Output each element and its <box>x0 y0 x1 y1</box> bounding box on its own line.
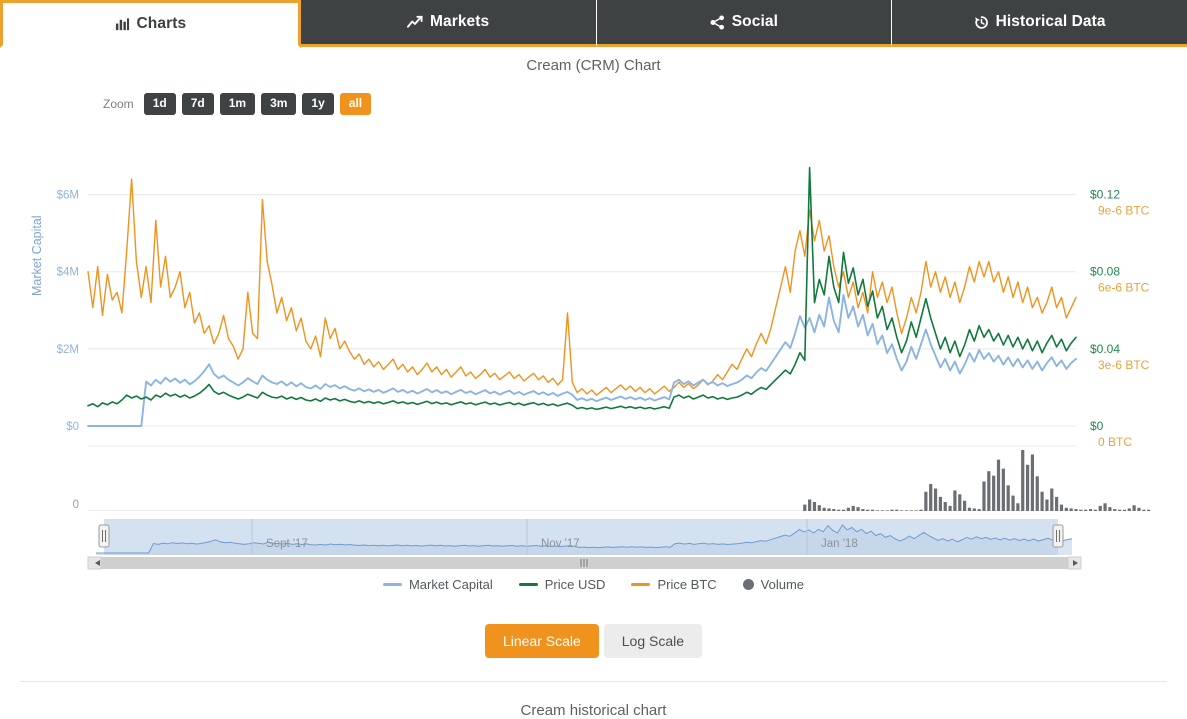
zoom-button-1y[interactable]: 1y <box>302 93 334 116</box>
svg-text:$0.12: $0.12 <box>1090 188 1120 202</box>
legend-item-price-usd[interactable]: Price USD <box>518 577 606 593</box>
zoom-button-1d[interactable]: 1d <box>143 93 176 116</box>
tab-social[interactable]: Social <box>596 0 893 47</box>
svg-text:Sept '17: Sept '17 <box>266 538 308 550</box>
legend-label-volume: Volume <box>760 577 805 593</box>
scale-toggle-group: Linear Scale Log Scale <box>0 624 1187 659</box>
svg-text:$0: $0 <box>1090 419 1104 433</box>
svg-text:$0.08: $0.08 <box>1090 265 1120 279</box>
legend-label-price-usd: Price USD <box>544 577 606 593</box>
line-chart-icon <box>406 15 423 30</box>
legend-swatch-market-capital <box>382 583 402 587</box>
legend-swatch-price-usd <box>518 583 538 587</box>
tab-markets[interactable]: Markets <box>300 0 597 47</box>
chart-legend: Market Capital Price USD Price BTC Volum… <box>0 577 1187 592</box>
navigator-right-handle[interactable] <box>1052 524 1064 548</box>
legend-swatch-price-btc <box>631 583 651 587</box>
svg-text:0: 0 <box>73 499 79 511</box>
svg-text:$2M: $2M <box>57 344 79 356</box>
history-icon <box>974 15 989 30</box>
zoom-range-selector: Zoom 1d 7d 1m 3m 1y all <box>103 93 1187 116</box>
log-scale-button[interactable]: Log Scale <box>603 624 703 659</box>
tab-charts[interactable]: Charts <box>0 0 301 48</box>
zoom-label: Zoom <box>103 97 134 112</box>
svg-text:$6M: $6M <box>57 190 79 202</box>
price-chart-svg[interactable]: $0 $2M $4M $6M 0 $0 0 BTC $0.04 3e-6 BTC $0.08 6e-… <box>0 121 1187 512</box>
tab-historical-data[interactable]: Historical Data <box>892 0 1187 47</box>
navigator-svg[interactable]: Sept '17 Nov '17 Jan '18 <box>0 511 1187 573</box>
main-tab-bar: Charts Markets Social Historical Data <box>0 0 1187 48</box>
page-title: Cream (CRM) Chart <box>526 57 661 74</box>
tab-markets-label: Markets <box>429 13 490 30</box>
zoom-button-3m[interactable]: 3m <box>261 93 297 116</box>
legend-swatch-volume <box>742 579 754 591</box>
bar-chart-icon <box>115 17 130 32</box>
chart-navigator[interactable]: Sept '17 Nov '17 Jan '18 <box>0 511 1187 573</box>
svg-text:$0: $0 <box>66 421 79 433</box>
svg-text:$4M: $4M <box>57 267 79 279</box>
zoom-button-all[interactable]: all <box>339 93 372 116</box>
zoom-button-1m[interactable]: 1m <box>219 93 256 116</box>
tab-historical-data-label: Historical Data <box>995 13 1106 30</box>
svg-text:6e-6 BTC: 6e-6 BTC <box>1098 281 1150 295</box>
tab-charts-label: Charts <box>136 15 187 32</box>
legend-label-market-capital: Market Capital <box>408 577 493 593</box>
legend-label-price-btc: Price BTC <box>657 577 717 593</box>
legend-item-price-btc[interactable]: Price BTC <box>631 577 717 593</box>
footer-title: Cream historical chart <box>520 702 667 719</box>
svg-text:Nov '17: Nov '17 <box>541 538 580 550</box>
zoom-button-7d[interactable]: 7d <box>181 93 214 116</box>
tab-social-label: Social <box>731 13 778 30</box>
chart-plot-area[interactable]: Market Capital $0 $2M $4M $6M 0 $0 0 BTC $0.04 3… <box>0 121 1187 512</box>
linear-scale-button[interactable]: Linear Scale <box>484 624 599 659</box>
legend-item-market-capital[interactable]: Market Capital <box>382 577 493 593</box>
legend-item-volume[interactable]: Volume <box>742 577 805 593</box>
share-icon <box>710 14 725 30</box>
navigator-left-handle[interactable] <box>98 524 110 548</box>
svg-text:Jan '18: Jan '18 <box>821 538 858 550</box>
svg-text:3e-6 BTC: 3e-6 BTC <box>1098 358 1150 372</box>
svg-text:9e-6 BTC: 9e-6 BTC <box>1098 204 1150 218</box>
svg-text:$0.04: $0.04 <box>1090 342 1120 356</box>
section-divider <box>20 681 1167 683</box>
svg-text:0 BTC: 0 BTC <box>1098 435 1132 449</box>
